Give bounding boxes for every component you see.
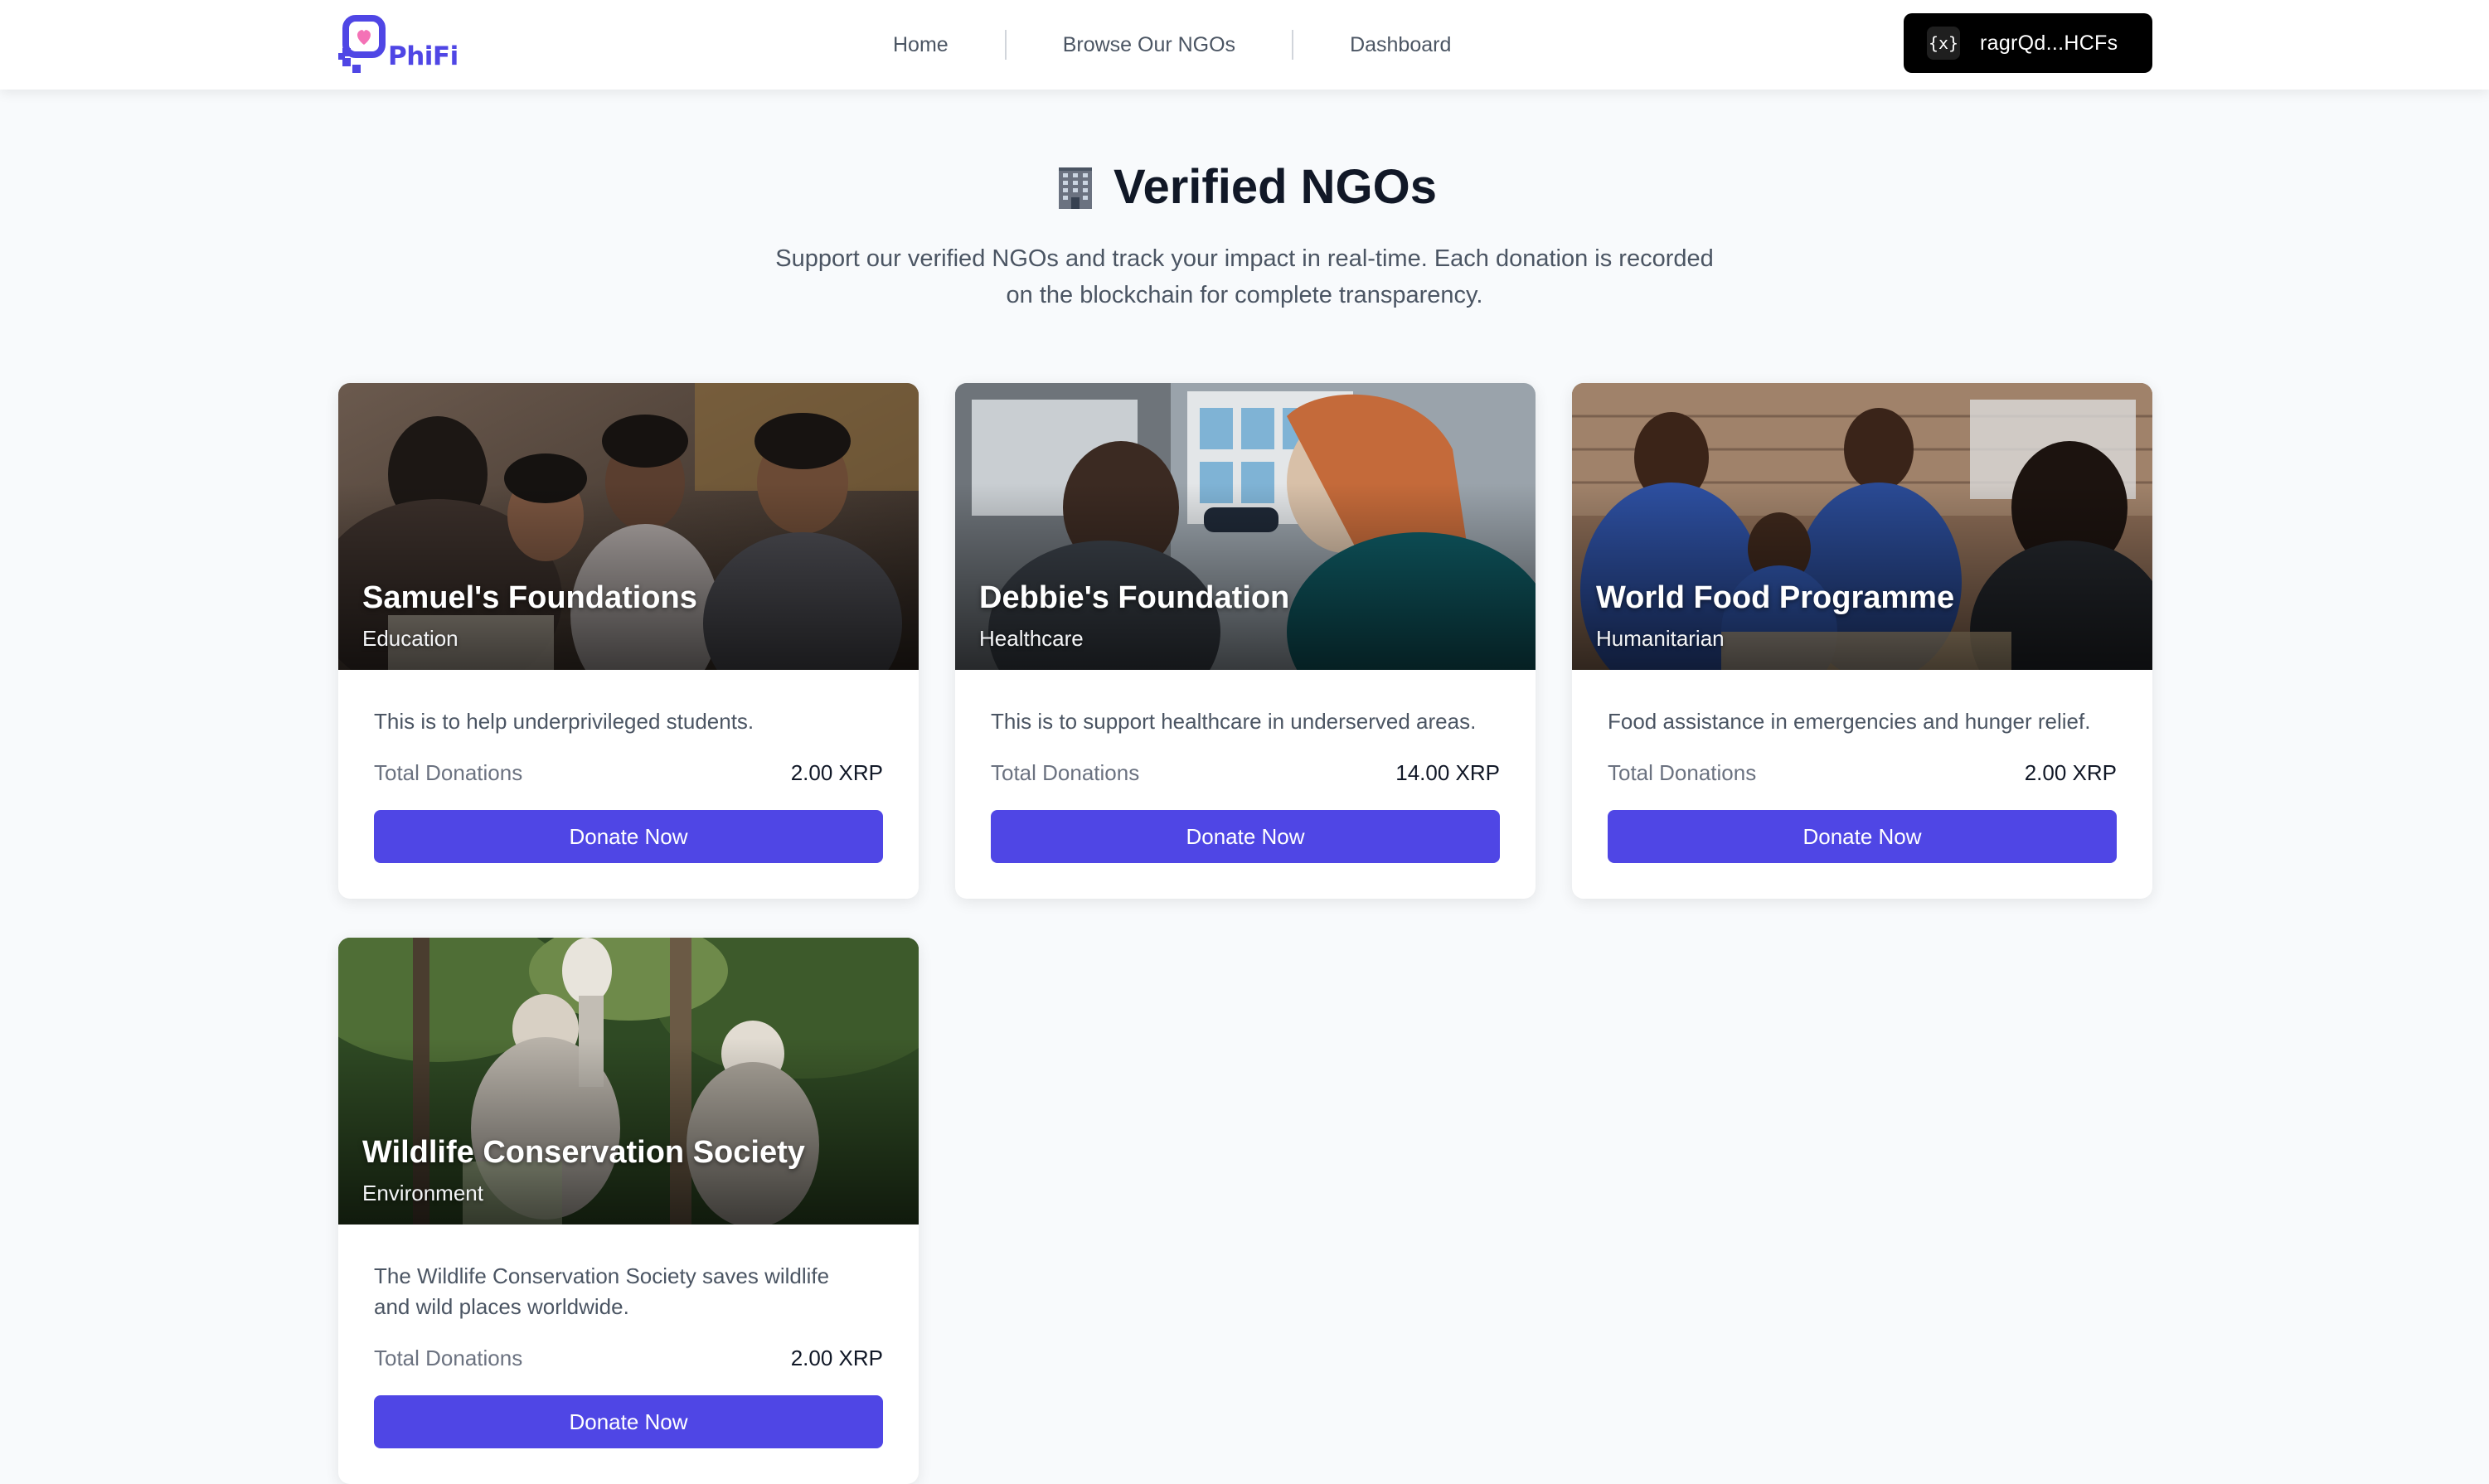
total-donations-value: 2.00 XRP xyxy=(790,1346,883,1370)
donation-summary: Total Donations 2.00 XRP xyxy=(374,1346,883,1371)
ngo-card-image: Samuel's Foundations Education xyxy=(338,383,919,670)
donate-now-button[interactable]: Donate Now xyxy=(374,1395,883,1448)
total-donations-label: Total Donations xyxy=(374,760,523,785)
top-navbar: PhiFi Home Browse Our NGOs Dashboard {x}… xyxy=(0,0,2489,90)
nav-divider xyxy=(1004,30,1007,60)
ngo-card: Debbie's Foundation Healthcare This is t… xyxy=(955,383,1536,899)
ngo-category: Healthcare xyxy=(979,626,1084,651)
donate-now-button[interactable]: Donate Now xyxy=(991,810,1500,863)
wallet-address: ragrQd...HCFs xyxy=(1980,31,2118,55)
ngo-category: Education xyxy=(362,626,458,651)
ngo-description: Food assistance in emergencies and hunge… xyxy=(1608,709,2091,734)
ngo-card-image: World Food Programme Humanitarian xyxy=(1572,383,2152,670)
brand-name: PhiFi xyxy=(388,41,458,71)
wallet-button[interactable]: {x} ragrQd...HCFs xyxy=(1904,13,2152,73)
ngo-card-body: This is to support healthcare in underse… xyxy=(955,670,1536,899)
page-title-text: Verified NGOs xyxy=(1113,160,1438,214)
main-navigation: Home Browse Our NGOs Dashboard xyxy=(862,0,1451,90)
nav-link-dashboard[interactable]: Dashboard xyxy=(1350,33,1451,57)
ngo-category: Environment xyxy=(362,1181,483,1205)
ngo-name: Wildlife Conservation Society xyxy=(362,1135,805,1170)
donation-summary: Total Donations 14.00 XRP xyxy=(991,760,1500,786)
phifi-logo[interactable]: PhiFi xyxy=(338,15,458,73)
ngo-card: Wildlife Conservation Society Environmen… xyxy=(338,938,919,1484)
ngo-card-image: Debbie's Foundation Healthcare xyxy=(955,383,1536,670)
total-donations-value: 14.00 XRP xyxy=(1395,760,1500,785)
ngo-description: This is to support healthcare in underse… xyxy=(991,709,1477,734)
ngo-name: World Food Programme xyxy=(1596,580,1955,615)
total-donations-label: Total Donations xyxy=(991,760,1140,785)
ngo-description: This is to help underprivileged students… xyxy=(374,709,754,734)
page-title: Verified NGOs xyxy=(0,159,2489,215)
ngo-category: Humanitarian xyxy=(1596,626,1725,651)
nav-link-browse-ngos[interactable]: Browse Our NGOs xyxy=(1063,33,1235,57)
ngo-name: Samuel's Foundations xyxy=(362,580,697,615)
nav-divider xyxy=(1292,30,1294,60)
ngo-name: Debbie's Foundation xyxy=(979,580,1290,615)
page-subtitle: Support our verified NGOs and track your… xyxy=(0,240,2489,313)
ngo-card: Samuel's Foundations Education This is t… xyxy=(338,383,919,899)
office-building-icon xyxy=(1058,167,1092,209)
ngo-card: World Food Programme Humanitarian Food a… xyxy=(1572,383,2152,899)
ngo-card-image: Wildlife Conservation Society Environmen… xyxy=(338,938,919,1225)
donate-now-button[interactable]: Donate Now xyxy=(1608,810,2117,863)
total-donations-label: Total Donations xyxy=(1608,760,1757,785)
donate-now-button[interactable]: Donate Now xyxy=(374,810,883,863)
subtitle-line-2: on the blockchain for complete transpare… xyxy=(1006,282,1483,308)
variable-icon: {x} xyxy=(1927,27,1960,60)
subtitle-line-1: Support our verified NGOs and track your… xyxy=(775,245,1714,272)
donation-summary: Total Donations 2.00 XRP xyxy=(374,760,883,786)
description-line-1: The Wildlife Conservation Society saves … xyxy=(374,1263,830,1288)
ngo-description: The Wildlife Conservation Society saves … xyxy=(374,1261,883,1322)
ngo-card-body: This is to help underprivileged students… xyxy=(338,670,919,899)
donation-summary: Total Donations 2.00 XRP xyxy=(1608,760,2117,786)
nav-link-home[interactable]: Home xyxy=(893,33,949,57)
ngo-card-body: Food assistance in emergencies and hunge… xyxy=(1572,670,2152,899)
total-donations-label: Total Donations xyxy=(374,1346,523,1370)
total-donations-value: 2.00 XRP xyxy=(790,760,883,785)
description-line-2: and wild places worldwide. xyxy=(374,1294,629,1319)
phifi-logo-icon xyxy=(338,15,386,73)
total-donations-value: 2.00 XRP xyxy=(2024,760,2117,785)
